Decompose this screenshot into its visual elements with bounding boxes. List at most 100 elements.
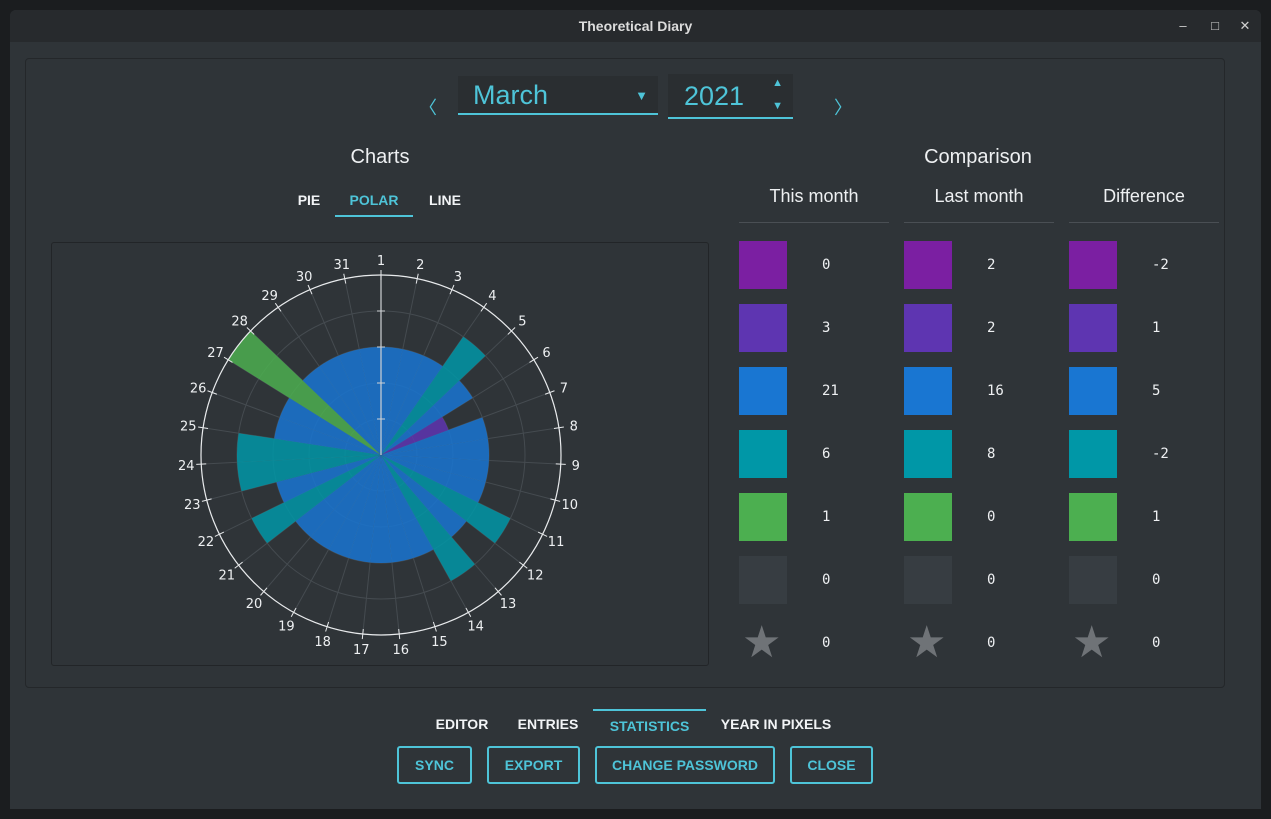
decrement-year-icon[interactable]: ▼ [772, 100, 783, 112]
rating-color-swatch [904, 493, 952, 541]
angle-tick [361, 629, 364, 640]
angle-tick [519, 561, 528, 569]
next-month-button[interactable]: 〉 [833, 94, 853, 120]
export-button[interactable]: EXPORT [487, 746, 580, 784]
day-label: 7 [560, 381, 568, 396]
sync-button[interactable]: SYNC [397, 746, 472, 784]
day-label: 20 [246, 597, 263, 612]
tab-editor[interactable]: EDITOR [424, 709, 500, 741]
day-label: 12 [527, 568, 544, 583]
tab-polar[interactable]: POLAR [335, 183, 413, 217]
window-title: Theoretical Diary [578, 18, 693, 34]
day-label: 24 [178, 459, 195, 474]
day-label: 4 [488, 289, 496, 304]
day-label: 21 [219, 568, 236, 583]
rating-color-swatch [739, 493, 787, 541]
year-spinbox[interactable]: 2021 ▲ ▼ [668, 74, 793, 119]
comparison-value: -2 [1152, 257, 1169, 273]
angle-tick [529, 356, 539, 363]
comparison-value: 1 [822, 509, 831, 525]
rating-color-swatch [904, 241, 952, 289]
maximize-button[interactable]: □ [1205, 16, 1225, 36]
day-label: 14 [467, 619, 484, 634]
year-value: 2021 [684, 81, 745, 111]
increment-year-icon[interactable]: ▲ [772, 77, 783, 89]
day-label: 15 [431, 635, 448, 650]
star-icon: ★ [742, 618, 782, 667]
day-label: 19 [278, 619, 295, 634]
comparison-value: 2 [987, 320, 996, 336]
rating-color-swatch [1069, 304, 1117, 352]
day-label: 17 [353, 643, 370, 658]
comparison-value: 1 [1152, 509, 1161, 525]
day-label: 23 [184, 498, 201, 513]
day-label: 16 [392, 643, 409, 658]
angle-tick [234, 561, 243, 569]
day-label: 28 [231, 315, 248, 330]
angle-tick [555, 463, 566, 465]
angle-tick [537, 531, 548, 537]
comparison-value: 3 [822, 320, 831, 336]
minimize-button[interactable]: – [1173, 16, 1193, 36]
column-divider [1069, 222, 1219, 223]
tab-line[interactable]: LINE [418, 183, 472, 217]
comparison-value: -2 [1152, 446, 1169, 462]
tab-pie[interactable]: PIE [285, 183, 333, 217]
rating-color-swatch [739, 241, 787, 289]
rating-color-swatch [739, 304, 787, 352]
column-difference: Difference [1103, 186, 1185, 206]
comparison-value: 0 [1152, 635, 1161, 651]
tab-year-in-pixels[interactable]: YEAR IN PIXELS [713, 709, 839, 741]
angle-tick [196, 463, 207, 465]
chevron-down-icon: ▼ [635, 88, 648, 103]
polar-chart-panel: 1 2 3 4 5 6 7 8 9 10 11 12 13 14 15 16 17 18 19 20 21 22 23 24 2… [51, 242, 709, 666]
rating-color-swatch [904, 367, 952, 415]
day-label: 6 [542, 346, 550, 361]
day-label: 3 [454, 270, 462, 285]
comparison-value: 0 [987, 509, 996, 525]
change-password-button[interactable]: CHANGE PASSWORD [595, 746, 775, 784]
month-select[interactable]: March ▼ [458, 76, 658, 115]
tab-entries[interactable]: ENTRIES [507, 709, 589, 741]
comparison-value: 21 [822, 383, 839, 399]
rating-color-swatch [1069, 241, 1117, 289]
rating-color-swatch [739, 556, 787, 604]
angle-tick [290, 607, 297, 617]
day-label: 30 [296, 270, 313, 285]
previous-month-button[interactable]: 〈 [418, 94, 438, 120]
day-label: 10 [562, 498, 579, 513]
comparison-value: 1 [1152, 320, 1161, 336]
column-divider [904, 222, 1054, 223]
angle-tick [274, 302, 282, 312]
window-close-button[interactable]: ✕ [1235, 16, 1255, 36]
rating-color-swatch [904, 430, 952, 478]
close-button[interactable]: CLOSE [790, 746, 873, 784]
column-divider [739, 222, 889, 223]
title-bar: Theoretical Diary – □ ✕ [10, 10, 1261, 42]
day-label: 9 [572, 459, 580, 474]
comparison-value: 6 [822, 446, 831, 462]
day-label: 5 [518, 315, 526, 330]
comparison-value: 16 [987, 383, 1004, 399]
rating-color-swatch [1069, 493, 1117, 541]
day-label: 31 [333, 258, 350, 273]
comparison-value: 0 [987, 572, 996, 588]
charts-heading: Charts [350, 146, 410, 168]
day-label: 1 [377, 254, 385, 269]
comparison-value: 8 [987, 446, 996, 462]
tab-statistics[interactable]: STATISTICS [593, 709, 706, 741]
angle-tick [480, 302, 488, 312]
comparison-value: 0 [822, 572, 831, 588]
rating-color-swatch [739, 430, 787, 478]
polar-chart: 1 234567891011121314151617181920212223242… [178, 254, 580, 658]
day-label: 22 [198, 535, 215, 550]
day-label: 2 [416, 258, 424, 273]
day-label: 13 [500, 597, 517, 612]
comparison-heading: Comparison [924, 146, 1032, 168]
rating-color-swatch [1069, 367, 1117, 415]
comparison-value: 0 [987, 635, 996, 651]
comparison-value: 0 [822, 635, 831, 651]
day-label: 29 [261, 289, 278, 304]
day-label: 25 [180, 419, 197, 434]
comparison-value: 2 [987, 257, 996, 273]
